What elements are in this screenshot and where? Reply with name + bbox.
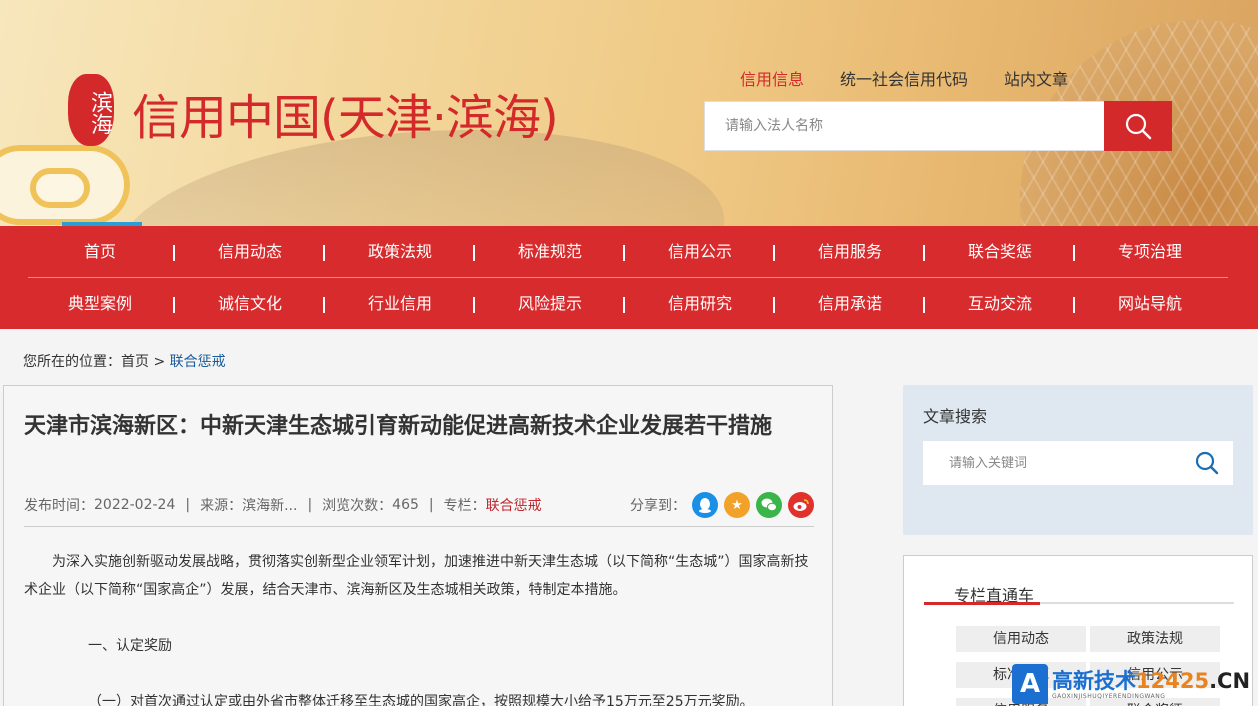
article-search-input[interactable]	[923, 455, 1181, 471]
qzone-share-icon[interactable]: ★	[724, 492, 750, 518]
share-bar: 分享到： ★	[630, 492, 814, 518]
breadcrumb: 您所在的位置：首页 > 联合惩戒	[23, 351, 226, 371]
article-title: 天津市滨海新区：中新天津生态城引育新动能促进高新技术企业发展若干措施	[24, 414, 773, 439]
watermark-number: 12425	[1136, 668, 1210, 693]
article-paragraph: 为深入实施创新驱动发展战略，贯彻落实创新型企业领军计划，加速推进中新天津生态城（…	[24, 554, 809, 598]
breadcrumb-current-link[interactable]: 联合惩戒	[170, 354, 226, 370]
article-panel: 天津市滨海新区：中新天津生态城引育新动能促进高新技术企业发展若干措施 发布时间：…	[3, 385, 833, 706]
breadcrumb-home-link[interactable]: 首页	[121, 354, 149, 370]
site-name[interactable]: 信用中国(天津·滨海)	[132, 78, 559, 148]
main-nav: 首页 信用动态 政策法规 标准规范 信用公示 信用服务 联合奖惩 专项治理 典型…	[0, 222, 1258, 329]
views-label: 浏览次数：	[322, 498, 393, 514]
nav-item-site-map[interactable]: 网站导航	[1075, 278, 1225, 329]
qq-share-icon[interactable]	[692, 492, 718, 518]
nav-row-2: 典型案例 诚信文化 行业信用 风险提示 信用研究 信用承诺 互动交流 网站导航	[25, 278, 1225, 329]
nav-item-typical-cases[interactable]: 典型案例	[25, 278, 175, 329]
source-value: 滨海新...	[242, 498, 298, 514]
nav-item-integrity-culture[interactable]: 诚信文化	[175, 278, 325, 329]
meta-separator: |	[307, 497, 313, 513]
column-label: 专栏：	[443, 498, 486, 514]
nav-item-credit-news[interactable]: 信用动态	[175, 226, 325, 277]
weibo-share-icon[interactable]	[788, 492, 814, 518]
views-count: 465	[392, 497, 419, 513]
nav-item-risk-alerts[interactable]: 风险提示	[475, 278, 625, 329]
column-item-credit-news[interactable]: 信用动态	[956, 626, 1086, 652]
article-search-panel: 文章搜索	[903, 385, 1253, 535]
article-search-title: 文章搜索	[923, 407, 988, 426]
article-section-heading: 一、认定奖励	[88, 638, 172, 654]
column-link[interactable]: 联合惩戒	[486, 495, 542, 515]
publish-date: 2022-02-24	[94, 497, 176, 513]
search-tab-credit-code[interactable]: 统一社会信用代码	[840, 66, 968, 90]
watermark-subtext: GAOXINJISHUQIYERENDINGWANG	[1052, 692, 1166, 700]
article-search-button[interactable]	[1181, 441, 1233, 485]
share-label: 分享到：	[630, 498, 686, 514]
nav-item-industry-credit[interactable]: 行业信用	[325, 278, 475, 329]
search-button[interactable]	[1104, 101, 1172, 151]
wechat-share-icon[interactable]	[756, 492, 782, 518]
search-icon	[1125, 113, 1152, 140]
nav-item-home[interactable]: 首页	[25, 226, 175, 277]
nav-item-policies[interactable]: 政策法规	[325, 226, 475, 277]
nav-row-1: 首页 信用动态 政策法规 标准规范 信用公示 信用服务 联合奖惩 专项治理	[25, 226, 1225, 277]
logo-seal[interactable]: 滨海	[68, 74, 114, 146]
breadcrumb-separator: >	[153, 354, 166, 370]
search-tab-credit-info[interactable]: 信用信息	[740, 66, 804, 90]
nav-item-credit-commitment[interactable]: 信用承诺	[775, 278, 925, 329]
article-search-box	[923, 441, 1233, 485]
meta-divider	[24, 526, 814, 527]
search-tabs: 信用信息 统一社会信用代码 站内文章	[740, 66, 1068, 90]
publish-label: 发布时间：	[24, 498, 94, 514]
cloud-swirl-decoration	[30, 168, 90, 208]
nav-item-credit-disclosure[interactable]: 信用公示	[625, 226, 775, 277]
article-paragraph: （一）对首次通过认定或由外省市整体迁移至生态城的国家高企，按照规模大小给予15万…	[88, 694, 754, 706]
nav-item-special-governance[interactable]: 专项治理	[1075, 226, 1225, 277]
nav-item-interaction[interactable]: 互动交流	[925, 278, 1075, 329]
search-box	[704, 101, 1172, 151]
meta-separator: |	[185, 497, 191, 513]
nav-item-standards[interactable]: 标准规范	[475, 226, 625, 277]
breadcrumb-label: 您所在的位置：	[23, 354, 121, 370]
search-input[interactable]	[705, 102, 1104, 150]
nav-item-credit-services[interactable]: 信用服务	[775, 226, 925, 277]
nav-item-credit-research[interactable]: 信用研究	[625, 278, 775, 329]
watermark: A 高新技术12425.CN GAOXINJISHUQIYERENDINGWAN…	[1012, 662, 1258, 706]
site-header: 滨海 信用中国(天津·滨海) 信用信息 统一社会信用代码 站内文章	[0, 0, 1258, 226]
column-title-underline	[924, 602, 1234, 605]
nav-item-joint-rewards[interactable]: 联合奖惩	[925, 226, 1075, 277]
article-meta: 发布时间： 2022-02-24 | 来源： 滨海新... | 浏览次数： 46…	[24, 492, 814, 518]
meta-separator: |	[428, 497, 434, 513]
search-icon	[1195, 451, 1219, 475]
source-label: 来源：	[200, 498, 243, 514]
watermark-domain: .CN	[1209, 668, 1251, 693]
watermark-main-text: 高新技术	[1052, 668, 1136, 693]
watermark-logo-icon: A	[1012, 664, 1048, 704]
search-tab-articles[interactable]: 站内文章	[1004, 66, 1068, 90]
column-item-policies[interactable]: 政策法规	[1090, 626, 1220, 652]
